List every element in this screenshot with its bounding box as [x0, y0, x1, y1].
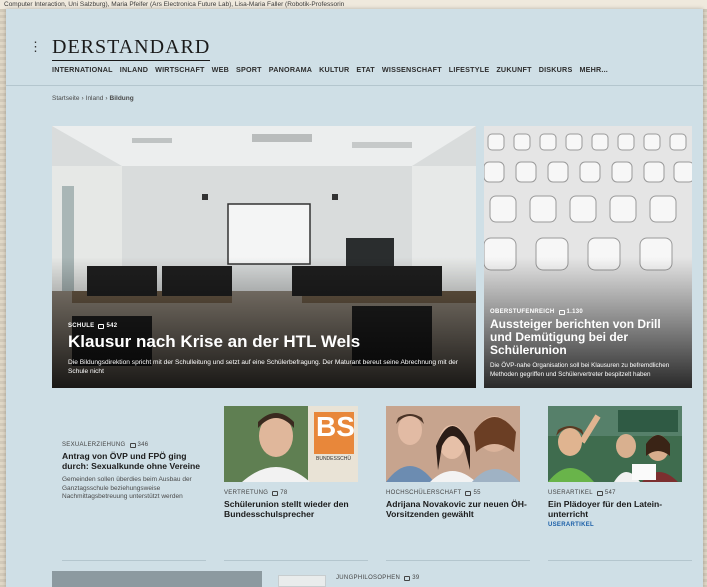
- main-navigation: INTERNATIONAL INLAND WIRTSCHAFT WEB SPOR…: [52, 65, 608, 74]
- nav-divider: [6, 85, 703, 86]
- card-thumbnail[interactable]: BS BUNDESSCHÜ: [224, 406, 358, 482]
- card-comment-count: 547: [604, 490, 616, 496]
- nav-inland[interactable]: INLAND: [120, 65, 148, 74]
- card-headline[interactable]: Schülerunion stellt wieder den Bundessch…: [224, 499, 368, 519]
- story-card-vertretung[interactable]: BS BUNDESSCHÜ VERTRETUNG 78 Schülerunion…: [224, 406, 368, 556]
- side-teaser[interactable]: Die ÖVP-nahe Organisation soll bei Klaus…: [490, 362, 684, 379]
- card-comments[interactable]: 547: [596, 490, 616, 496]
- card-meta: VERTRETUNG 78: [224, 490, 368, 496]
- card-comment-count: 346: [137, 442, 149, 448]
- card-teaser[interactable]: Gemeinden sollen überdies beim Ausbau de…: [62, 476, 206, 502]
- card-thumbnail[interactable]: [548, 406, 682, 482]
- hero-teaser[interactable]: Die Bildungsdirektion spricht mit der Sc…: [68, 358, 462, 376]
- breadcrumb-bildung: Bildung: [109, 95, 134, 102]
- hero-meta: SCHULE 542: [68, 323, 462, 329]
- side-kicker[interactable]: OBERSTUFENREICH: [490, 309, 555, 315]
- card-headline[interactable]: Adrijana Novakovic zur neuen ÖH-Vorsitze…: [386, 499, 530, 519]
- background-document-text: Computer Interaction, Uni Salzburg), Mar…: [0, 0, 707, 9]
- nav-lifestyle[interactable]: LIFESTYLE: [449, 65, 490, 74]
- nav-sport[interactable]: SPORT: [236, 65, 262, 74]
- row-divider: [548, 560, 692, 561]
- side-comments[interactable]: 1.130: [558, 309, 584, 315]
- story-card-sexualerziehung[interactable]: SEXUALERZIEHUNG 346 Antrag von ÖVP und F…: [62, 442, 206, 587]
- nav-international[interactable]: INTERNATIONAL: [52, 65, 113, 74]
- card-kicker[interactable]: SEXUALERZIEHUNG: [62, 442, 126, 448]
- row-divider: [224, 560, 368, 561]
- card-thumbnail[interactable]: [386, 406, 520, 482]
- comment-icon: [272, 490, 279, 496]
- side-meta: OBERSTUFENREICH 1.130: [490, 309, 684, 315]
- breadcrumb-separator: ›: [105, 95, 108, 102]
- hero-headline[interactable]: Klausur nach Krise an der HTL Wels: [68, 332, 462, 352]
- comment-icon: [98, 323, 105, 329]
- three-people-photo: [386, 406, 520, 482]
- card-comment-count: 78: [280, 490, 288, 496]
- card-comments[interactable]: 55: [465, 490, 480, 496]
- story-card-userartikel[interactable]: USERARTIKEL 547 Ein Plädoyer für den Lat…: [548, 406, 692, 556]
- card-kicker[interactable]: USERARTIKEL: [548, 490, 593, 496]
- comment-icon: [596, 490, 603, 496]
- breadcrumb: Startseite › Inland › Bildung: [52, 95, 134, 102]
- hero-comments[interactable]: 542: [98, 323, 117, 329]
- comment-icon: [558, 309, 565, 315]
- story-card-hochschuelerschaft[interactable]: HOCHSCHÜLERSCHAFT 55 Adrijana Novakovic …: [386, 406, 530, 556]
- hero-text: SCHULE 542 Klausur nach Krise an der HTL…: [68, 323, 462, 376]
- comment-icon: [404, 575, 411, 581]
- breadcrumb-inland[interactable]: Inland: [86, 95, 104, 102]
- card-comments[interactable]: 346: [129, 442, 149, 448]
- side-headline[interactable]: Aussteiger berichten von Drill und Demüt…: [490, 318, 684, 357]
- side-text: OBERSTUFENREICH 1.130 Aussteiger bericht…: [490, 309, 684, 379]
- next-row-thumbnail[interactable]: [52, 571, 262, 587]
- nav-web[interactable]: WEB: [212, 65, 229, 74]
- card-kicker[interactable]: VERTRETUNG: [224, 490, 268, 496]
- nav-wissenschaft[interactable]: WISSENSCHAFT: [382, 65, 442, 74]
- nav-diskurs[interactable]: DISKURS: [539, 65, 573, 74]
- breadcrumb-separator: ›: [81, 95, 84, 102]
- kebab-menu-icon[interactable]: ⋮: [29, 40, 42, 53]
- card-comment-count: 55: [473, 490, 481, 496]
- next-row-meta: JUNGPHILOSOPHEN 39: [336, 575, 419, 581]
- breadcrumb-startseite[interactable]: Startseite: [52, 95, 79, 102]
- side-comment-count: 1.130: [566, 309, 584, 315]
- row-divider: [386, 560, 530, 561]
- card-meta: USERARTIKEL 547: [548, 490, 692, 496]
- card-headline[interactable]: Ein Plädoyer für den Latein­unterricht: [548, 499, 692, 519]
- thumb-bs-letters: BS: [316, 411, 355, 442]
- next-row-comment-count: 39: [412, 575, 420, 581]
- hero-kicker[interactable]: SCHULE: [68, 323, 94, 329]
- nav-zukunft[interactable]: ZUKUNFT: [496, 65, 531, 74]
- card-meta: SEXUALERZIEHUNG 346: [62, 442, 206, 448]
- nav-etat[interactable]: ETAT: [356, 65, 375, 74]
- nav-panorama[interactable]: PANORAMA: [269, 65, 312, 74]
- site-logo[interactable]: DERSTANDARD: [52, 36, 211, 61]
- next-row-thumbnail[interactable]: [278, 575, 326, 587]
- next-row-comments[interactable]: 39: [404, 575, 419, 581]
- classroom-students-photo: [548, 406, 682, 482]
- next-row-kicker[interactable]: JUNGPHILOSOPHEN: [336, 575, 400, 581]
- card-headline[interactable]: Antrag von ÖVP und FPÖ ging durch: Sexua…: [62, 451, 206, 471]
- comment-icon: [465, 490, 472, 496]
- nav-kultur[interactable]: KULTUR: [319, 65, 349, 74]
- hero-comment-count: 542: [106, 323, 118, 329]
- card-kicker[interactable]: HOCHSCHÜLERSCHAFT: [386, 490, 461, 496]
- card-meta: HOCHSCHÜLERSCHAFT 55: [386, 490, 530, 496]
- card-comments[interactable]: 78: [272, 490, 287, 496]
- hero-story[interactable]: SCHULE 542 Klausur nach Krise an der HTL…: [52, 126, 476, 388]
- side-story[interactable]: OBERSTUFENREICH 1.130 Aussteiger bericht…: [484, 126, 692, 388]
- thumb-bundesschu-text: BUNDESSCHÜ: [316, 456, 352, 462]
- derstandard-page: ⋮ DERSTANDARD INTERNATIONAL INLAND WIRTS…: [6, 9, 703, 587]
- nav-mehr[interactable]: MEHR...: [579, 65, 608, 74]
- nav-wirtschaft[interactable]: WIRTSCHAFT: [155, 65, 205, 74]
- comment-icon: [129, 442, 136, 448]
- userartikel-tag[interactable]: USERARTIKEL: [548, 522, 692, 528]
- row-divider: [62, 560, 206, 561]
